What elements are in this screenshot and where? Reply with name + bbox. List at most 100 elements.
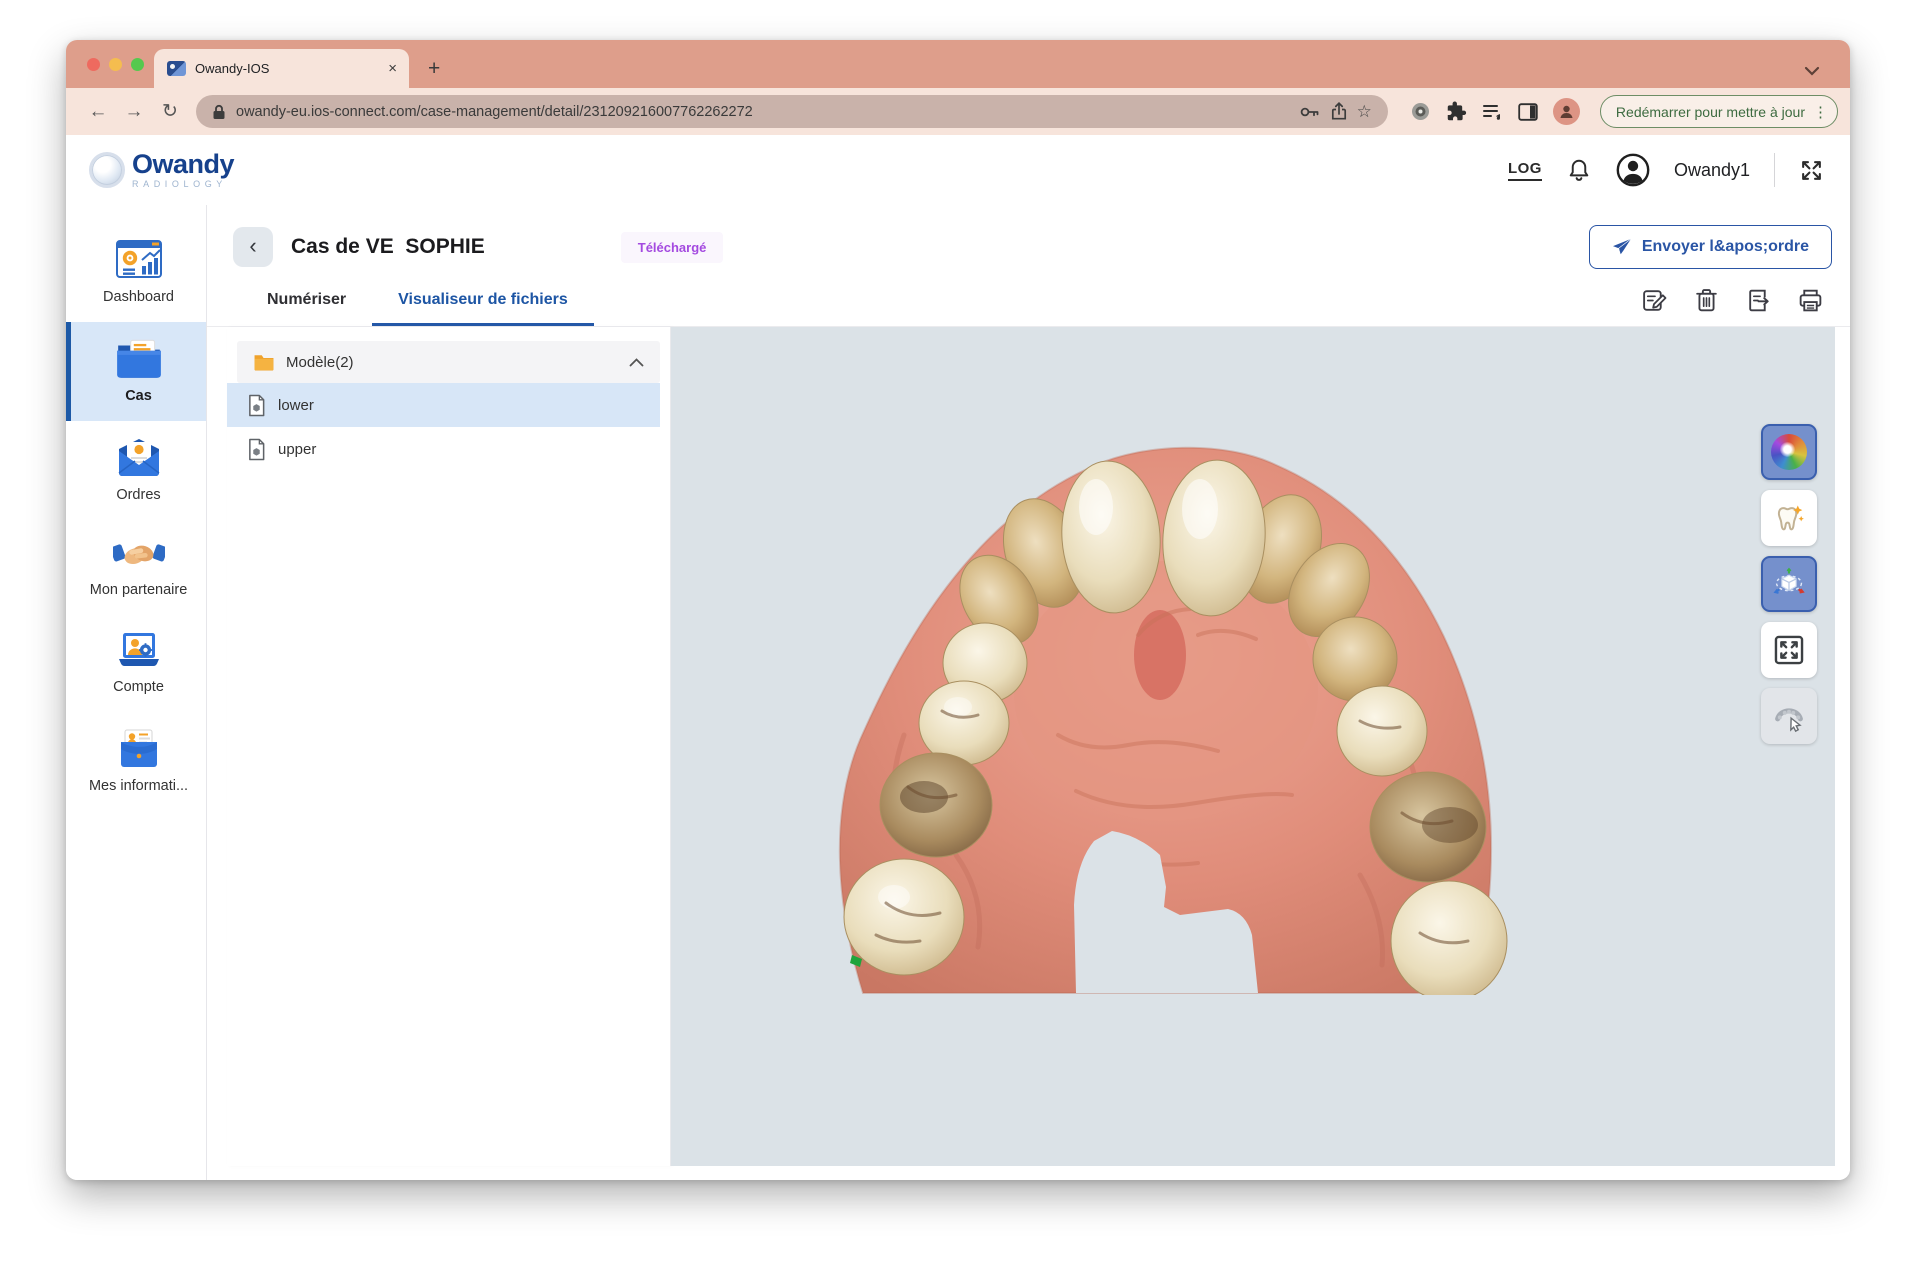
case-action-icons — [1641, 287, 1824, 326]
browser-tab[interactable]: Owandy-IOS × — [154, 49, 409, 88]
export-file-icon[interactable] — [1745, 287, 1772, 314]
app-header: Owandy RADIOLOGY LOG Owandy1 — [66, 135, 1850, 205]
folder-icon — [253, 353, 275, 371]
extensions-row — [1400, 98, 1590, 125]
user-name[interactable]: Owandy1 — [1674, 160, 1750, 181]
send-plane-icon — [1612, 238, 1632, 256]
file-row-lower[interactable]: lower — [227, 383, 660, 427]
app-root: Owandy RADIOLOGY LOG Owandy1 — [66, 135, 1850, 1180]
file-tree-panel: Modèle(2) lower — [227, 327, 671, 1166]
dental-scan-3d-model[interactable] — [808, 435, 1508, 995]
fit-to-screen-button[interactable] — [1761, 622, 1817, 678]
reading-list-icon[interactable] — [1482, 103, 1503, 121]
expand-arrows-icon — [1772, 633, 1806, 667]
lock-icon — [212, 104, 226, 120]
send-order-button[interactable]: Envoyer l&apos;ordre — [1589, 225, 1832, 269]
send-order-label: Envoyer l&apos;ordre — [1642, 238, 1809, 256]
tab-search-chevron-icon[interactable] — [1804, 66, 1820, 76]
file-name: upper — [278, 441, 316, 458]
puzzle-extensions-icon[interactable] — [1446, 101, 1467, 122]
brand-subtitle: RADIOLOGY — [132, 180, 234, 189]
brand-name: Owandy — [132, 151, 234, 178]
browser-menu-icon[interactable]: ⋮ — [1813, 103, 1828, 121]
close-window-button[interactable] — [87, 58, 100, 71]
address-bar[interactable]: owandy-eu.ios-connect.com/case-managemen… — [196, 95, 1388, 128]
update-label: Redémarrer pour mettre à jour — [1616, 104, 1805, 120]
log-button[interactable]: LOG — [1508, 160, 1542, 181]
minimize-window-button[interactable] — [109, 58, 122, 71]
back-to-cases-button[interactable]: ‹ — [233, 227, 273, 267]
sidebar-item-mon-partenaire[interactable]: Mon partenaire — [66, 520, 206, 615]
dashboard-icon — [115, 238, 163, 280]
person-icon — [1558, 103, 1575, 120]
edit-icon[interactable] — [1641, 287, 1668, 314]
cases-folder-icon — [114, 337, 164, 379]
sidebar: Dashboard Cas — [66, 205, 207, 1180]
browser-profile-avatar[interactable] — [1553, 98, 1580, 125]
tooth-sparkle-icon — [1772, 501, 1806, 535]
main-content: ‹ Cas de VE SOPHIE Téléchargé Envoyer l&… — [207, 205, 1850, 1180]
side-panel-icon[interactable] — [1518, 103, 1538, 121]
sidebar-item-cas[interactable]: Cas — [66, 322, 206, 421]
folder-row-modele[interactable]: Modèle(2) — [237, 341, 660, 383]
print-icon[interactable] — [1797, 287, 1824, 314]
select-jaw-button[interactable] — [1761, 688, 1817, 744]
sidebar-label: Ordres — [116, 487, 160, 503]
viewer-toolbar — [1761, 424, 1817, 744]
reload-button[interactable]: ↻ — [154, 96, 186, 128]
sidebar-item-dashboard[interactable]: Dashboard — [66, 223, 206, 322]
forward-button[interactable]: → — [118, 96, 150, 128]
new-tab-button[interactable]: + — [428, 58, 440, 79]
sidebar-item-mes-informations[interactable]: Mes informati... — [66, 712, 206, 811]
back-button[interactable]: ← — [82, 96, 114, 128]
sidebar-label: Mes informati... — [89, 778, 188, 794]
collapse-chevron-icon[interactable] — [629, 358, 644, 367]
page-title: Cas de VE SOPHIE — [291, 235, 485, 259]
browser-toolbar: ← → ↻ owandy-eu.ios-connect.com/case-man… — [66, 88, 1850, 135]
tab-title: Owandy-IOS — [195, 61, 379, 76]
owandy-logo[interactable]: Owandy RADIOLOGY — [89, 151, 234, 189]
notifications-bell-icon[interactable] — [1566, 157, 1592, 184]
case-title-row: ‹ Cas de VE SOPHIE Téléchargé Envoyer l&… — [207, 205, 1850, 275]
file-row-upper[interactable]: upper — [227, 427, 660, 471]
sidebar-label: Mon partenaire — [90, 582, 188, 598]
window-controls — [87, 58, 144, 71]
model-file-icon — [247, 394, 266, 417]
model-viewer-canvas[interactable] — [671, 327, 1835, 1166]
browser-tabstrip: Owandy-IOS × + — [66, 40, 1850, 88]
model-file-icon — [247, 438, 266, 461]
browser-window: Owandy-IOS × + ← → ↻ owandy-eu.ios-conne… — [66, 40, 1850, 1180]
sidebar-label: Dashboard — [103, 289, 174, 305]
share-icon[interactable] — [1331, 102, 1347, 121]
password-key-icon[interactable] — [1299, 104, 1321, 120]
tab-visualiseur-de-fichiers[interactable]: Visualiseur de fichiers — [372, 279, 594, 326]
fullscreen-icon[interactable] — [1799, 158, 1824, 183]
file-name: lower — [278, 397, 314, 414]
maximize-window-button[interactable] — [131, 58, 144, 71]
delete-trash-icon[interactable] — [1693, 287, 1720, 314]
tab-numeriser[interactable]: Numériser — [241, 279, 372, 326]
orientation-cube-button[interactable] — [1761, 556, 1817, 612]
sidebar-item-ordres[interactable]: Ordres — [66, 421, 206, 520]
status-badge: Téléchargé — [621, 232, 724, 263]
tab-close-icon[interactable]: × — [388, 60, 397, 77]
sidebar-label: Compte — [113, 679, 164, 695]
extension-wheel-icon[interactable] — [1410, 101, 1431, 122]
user-avatar[interactable] — [1616, 153, 1650, 187]
orders-envelope-icon — [115, 436, 163, 478]
color-wheel-icon — [1771, 434, 1807, 470]
polish-tooth-button[interactable] — [1761, 490, 1817, 546]
chrome-update-button[interactable]: Redémarrer pour mettre à jour ⋮ — [1600, 95, 1838, 128]
account-laptop-icon — [115, 630, 163, 670]
sidebar-item-compte[interactable]: Compte — [66, 615, 206, 712]
color-mode-button[interactable] — [1761, 424, 1817, 480]
owandy-logo-icon — [89, 152, 125, 188]
my-info-folder-icon — [115, 727, 163, 769]
sidebar-label: Cas — [125, 388, 152, 404]
url-text: owandy-eu.ios-connect.com/case-managemen… — [236, 104, 1289, 120]
header-divider — [1774, 153, 1775, 187]
bookmark-star-icon[interactable]: ☆ — [1357, 102, 1372, 122]
viewer-layout: Modèle(2) lower — [207, 327, 1850, 1180]
partner-handshake-icon — [113, 535, 165, 573]
folder-label: Modèle(2) — [286, 354, 618, 371]
